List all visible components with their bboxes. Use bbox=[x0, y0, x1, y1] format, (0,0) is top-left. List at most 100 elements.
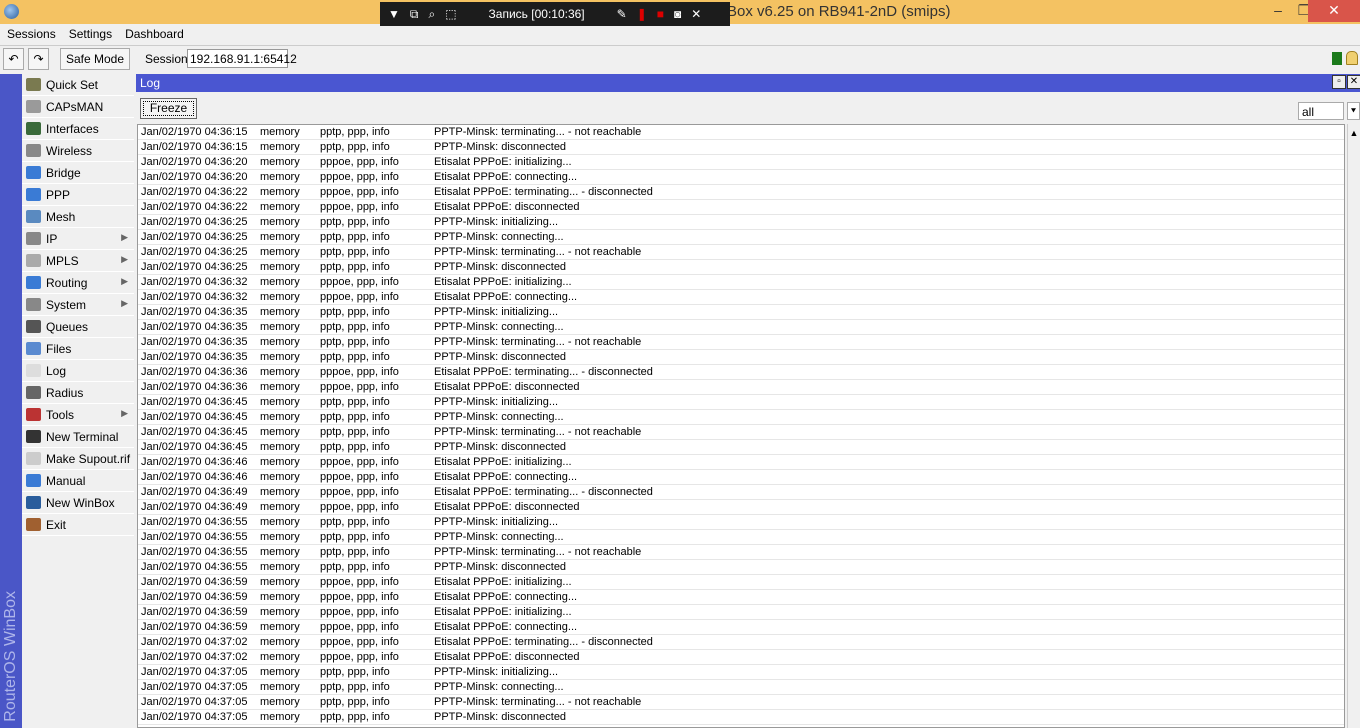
log-time: Jan/02/1970 04:36:49 bbox=[141, 501, 248, 513]
scroll-up-icon[interactable]: ▲ bbox=[1348, 128, 1360, 138]
log-row[interactable]: Jan/02/1970 04:36:35 memory pptp, ppp, inf… bbox=[138, 350, 1344, 365]
sidebar-item-wireless[interactable]: Wireless bbox=[22, 140, 134, 162]
sidebar-item-exit[interactable]: Exit bbox=[22, 514, 134, 536]
region-icon[interactable]: ⬚ bbox=[445, 7, 456, 21]
stop-icon[interactable]: ■ bbox=[657, 7, 664, 21]
log-time-value: 04:36:15 bbox=[204, 126, 248, 138]
log-time-value: 04:36:25 bbox=[204, 216, 248, 228]
dropdown-icon[interactable]: ▼ bbox=[388, 7, 400, 21]
log-topics: pppoe, ppp, info bbox=[320, 186, 399, 198]
log-row[interactable]: Jan/02/1970 04:36:46 memory pppoe, ppp, in… bbox=[138, 455, 1344, 470]
log-row[interactable]: Jan/02/1970 04:37:05 memory pptp, ppp, inf… bbox=[138, 665, 1344, 680]
log-row[interactable]: Jan/02/1970 04:36:45 memory pptp, ppp, inf… bbox=[138, 440, 1344, 455]
log-row[interactable]: Jan/02/1970 04:36:25 memory pptp, ppp, inf… bbox=[138, 215, 1344, 230]
redo-button[interactable]: ↷ bbox=[28, 48, 49, 70]
log-row[interactable]: Jan/02/1970 04:36:59 memory pppoe, ppp, in… bbox=[138, 590, 1344, 605]
sidebar-item-ppp[interactable]: PPP bbox=[22, 184, 134, 206]
filter-dropdown-icon[interactable]: ⯆ bbox=[1347, 102, 1360, 120]
sidebar-item-new-winbox[interactable]: New WinBox bbox=[22, 492, 134, 514]
log-row[interactable]: Jan/02/1970 04:36:59 memory pppoe, ppp, in… bbox=[138, 620, 1344, 635]
log-row[interactable]: Jan/02/1970 04:37:05 memory pptp, ppp, inf… bbox=[138, 695, 1344, 710]
safe-mode-button[interactable]: Safe Mode bbox=[60, 48, 130, 70]
window-icon[interactable]: ⧉ bbox=[410, 7, 419, 22]
menu-dashboard[interactable]: Dashboard bbox=[125, 27, 184, 41]
log-row[interactable]: Jan/02/1970 04:36:15 memory pptp, ppp, inf… bbox=[138, 140, 1344, 155]
close-recorder-icon[interactable]: ✕ bbox=[691, 7, 701, 21]
log-filter-select[interactable]: all bbox=[1298, 102, 1344, 120]
log-row[interactable]: Jan/02/1970 04:36:35 memory pptp, ppp, inf… bbox=[138, 305, 1344, 320]
log-row[interactable]: Jan/02/1970 04:36:45 memory pptp, ppp, inf… bbox=[138, 425, 1344, 440]
sidebar-item-routing[interactable]: Routing ▶ bbox=[22, 272, 134, 294]
log-row[interactable]: Jan/02/1970 04:36:59 memory pppoe, ppp, in… bbox=[138, 605, 1344, 620]
log-row[interactable]: Jan/02/1970 04:36:25 memory pptp, ppp, inf… bbox=[138, 230, 1344, 245]
camera-icon[interactable]: ◙ bbox=[674, 7, 681, 21]
log-time: Jan/02/1970 04:36:45 bbox=[141, 426, 248, 438]
log-row[interactable]: Jan/02/1970 04:36:25 memory pptp, ppp, inf… bbox=[138, 245, 1344, 260]
log-row[interactable]: Jan/02/1970 04:36:45 memory pptp, ppp, inf… bbox=[138, 410, 1344, 425]
close-window-button[interactable]: ✕ bbox=[1347, 75, 1360, 89]
sidebar-item-log[interactable]: Log bbox=[22, 360, 134, 382]
log-row[interactable]: Jan/02/1970 04:36:22 memory pppoe, ppp, in… bbox=[138, 200, 1344, 215]
log-row[interactable]: Jan/02/1970 04:36:49 memory pppoe, ppp, in… bbox=[138, 500, 1344, 515]
log-buffer: memory bbox=[260, 561, 300, 573]
log-row[interactable]: Jan/02/1970 04:37:05 memory pptp, ppp, inf… bbox=[138, 710, 1344, 725]
sidebar-item-label: Routing bbox=[46, 275, 88, 290]
menu-settings[interactable]: Settings bbox=[69, 27, 112, 41]
sidebar-item-mesh[interactable]: Mesh bbox=[22, 206, 134, 228]
log-message: PPTP-Minsk: disconnected bbox=[434, 141, 567, 153]
log-row[interactable]: Jan/02/1970 04:37:05 memory pptp, ppp, inf… bbox=[138, 680, 1344, 695]
log-row[interactable]: Jan/02/1970 04:36:36 memory pppoe, ppp, in… bbox=[138, 380, 1344, 395]
sidebar-item-quick-set[interactable]: Quick Set bbox=[22, 74, 134, 96]
pause-icon[interactable]: ❚ bbox=[637, 7, 647, 21]
sidebar-item-interfaces[interactable]: Interfaces bbox=[22, 118, 134, 140]
sidebar-item-mpls[interactable]: MPLS ▶ bbox=[22, 250, 134, 272]
undo-button[interactable]: ↶ bbox=[3, 48, 24, 70]
sidebar-item-tools[interactable]: Tools ▶ bbox=[22, 404, 134, 426]
log-row[interactable]: Jan/02/1970 04:36:32 memory pppoe, ppp, in… bbox=[138, 290, 1344, 305]
sidebar-item-queues[interactable]: Queues bbox=[22, 316, 134, 338]
log-message: PPTP-Minsk: disconnected bbox=[434, 561, 567, 573]
log-row[interactable]: Jan/02/1970 04:36:35 memory pptp, ppp, inf… bbox=[138, 335, 1344, 350]
vertical-scrollbar[interactable]: ▲ bbox=[1347, 124, 1360, 728]
log-row[interactable]: Jan/02/1970 04:36:59 memory pppoe, ppp, in… bbox=[138, 575, 1344, 590]
log-row[interactable]: Jan/02/1970 04:36:55 memory pptp, ppp, inf… bbox=[138, 560, 1344, 575]
sidebar-item-bridge[interactable]: Bridge bbox=[22, 162, 134, 184]
menu-sessions[interactable]: Sessions bbox=[7, 27, 56, 41]
zoom-icon[interactable]: ⌕ bbox=[428, 7, 435, 22]
log-row[interactable]: Jan/02/1970 04:36:32 memory pppoe, ppp, in… bbox=[138, 275, 1344, 290]
log-row[interactable]: Jan/02/1970 04:36:36 memory pppoe, ppp, in… bbox=[138, 365, 1344, 380]
queues-icon bbox=[26, 320, 41, 333]
close-button[interactable]: ✕ bbox=[1308, 0, 1360, 22]
log-row[interactable]: Jan/02/1970 04:36:22 memory pppoe, ppp, in… bbox=[138, 185, 1344, 200]
log-row[interactable]: Jan/02/1970 04:36:46 memory pppoe, ppp, in… bbox=[138, 470, 1344, 485]
sidebar-item-label: PPP bbox=[46, 187, 71, 202]
log-row[interactable]: Jan/02/1970 04:36:20 memory pppoe, ppp, in… bbox=[138, 170, 1344, 185]
restore-window-button[interactable]: ▫ bbox=[1332, 75, 1346, 89]
sidebar-item-ip[interactable]: IP ▶ bbox=[22, 228, 134, 250]
sidebar-item-system[interactable]: System ▶ bbox=[22, 294, 134, 316]
log-row[interactable]: Jan/02/1970 04:36:20 memory pppoe, ppp, in… bbox=[138, 155, 1344, 170]
sidebar-item-files[interactable]: Files bbox=[22, 338, 134, 360]
sidebar-item-make-supout-rif[interactable]: Make Supout.rif bbox=[22, 448, 134, 470]
freeze-button[interactable]: Freeze bbox=[140, 98, 197, 119]
log-row[interactable]: Jan/02/1970 04:36:35 memory pptp, ppp, inf… bbox=[138, 320, 1344, 335]
log-row[interactable]: Jan/02/1970 04:36:45 memory pptp, ppp, inf… bbox=[138, 395, 1344, 410]
log-row[interactable]: Jan/02/1970 04:37:02 memory pppoe, ppp, in… bbox=[138, 635, 1344, 650]
log-row[interactable]: Jan/02/1970 04:36:55 memory pptp, ppp, inf… bbox=[138, 530, 1344, 545]
sidebar-item-new-terminal[interactable]: New Terminal bbox=[22, 426, 134, 448]
sidebar-item-capsman[interactable]: CAPsMAN bbox=[22, 96, 134, 118]
log-row[interactable]: Jan/02/1970 04:36:55 memory pptp, ppp, inf… bbox=[138, 545, 1344, 560]
log-time-value: 04:36:22 bbox=[204, 186, 248, 198]
log-topics: pppoe, ppp, info bbox=[320, 366, 399, 378]
sidebar-item-radius[interactable]: Radius bbox=[22, 382, 134, 404]
log-row[interactable]: Jan/02/1970 04:37:02 memory pppoe, ppp, in… bbox=[138, 650, 1344, 665]
log-row[interactable]: Jan/02/1970 04:36:25 memory pptp, ppp, inf… bbox=[138, 260, 1344, 275]
log-row[interactable]: Jan/02/1970 04:36:55 memory pptp, ppp, inf… bbox=[138, 515, 1344, 530]
log-message: Etisalat PPPoE: terminating... - disconn… bbox=[434, 486, 653, 498]
session-field[interactable]: 192.168.91.1:65412 bbox=[187, 49, 297, 68]
pen-icon[interactable]: ✎ bbox=[617, 7, 627, 21]
log-row[interactable]: Jan/02/1970 04:36:15 memory pptp, ppp, inf… bbox=[138, 125, 1344, 140]
log-row[interactable]: Jan/02/1970 04:36:49 memory pppoe, ppp, in… bbox=[138, 485, 1344, 500]
log-topics: pptp, ppp, info bbox=[320, 336, 390, 348]
sidebar-item-manual[interactable]: Manual bbox=[22, 470, 134, 492]
